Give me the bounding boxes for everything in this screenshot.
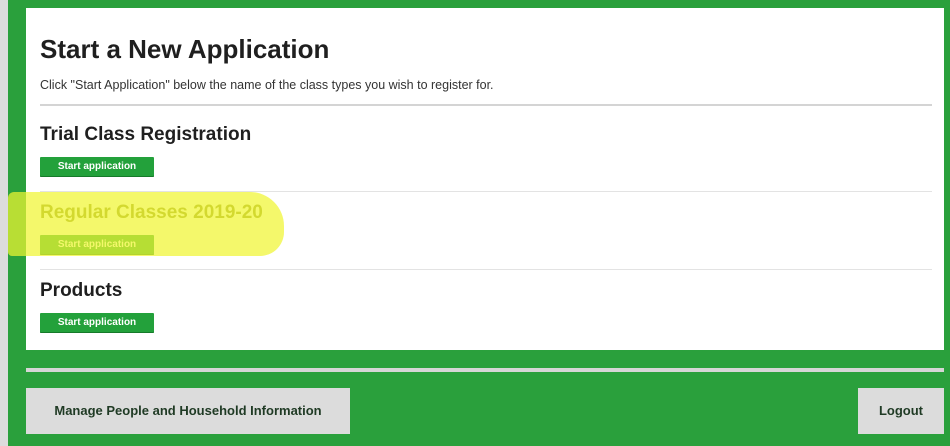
application-page: Start a New Application Click "Start App… <box>0 0 950 446</box>
footer-divider <box>26 368 944 372</box>
section-title: Regular Classes 2019-20 <box>40 202 263 223</box>
page-instructions: Click "Start Application" below the name… <box>40 78 494 92</box>
section-trial-class-registration: Trial Class Registration Start applicati… <box>40 124 932 192</box>
page-title: Start a New Application <box>40 34 330 64</box>
section-regular-classes: Regular Classes 2019-20 Start applicatio… <box>40 202 932 270</box>
start-application-button-regular[interactable]: Start application <box>40 235 154 255</box>
logout-button[interactable]: Logout <box>858 388 944 434</box>
section-products: Products Start application <box>40 280 932 340</box>
start-application-button-trial[interactable]: Start application <box>40 157 154 177</box>
new-application-panel: Start a New Application Click "Start App… <box>26 8 944 350</box>
section-title: Products <box>40 280 123 301</box>
window-edge <box>0 0 8 446</box>
manage-household-button[interactable]: Manage People and Household Information <box>26 388 350 434</box>
section-title: Trial Class Registration <box>40 124 252 145</box>
header-divider <box>40 104 932 106</box>
start-application-button-products[interactable]: Start application <box>40 313 154 333</box>
